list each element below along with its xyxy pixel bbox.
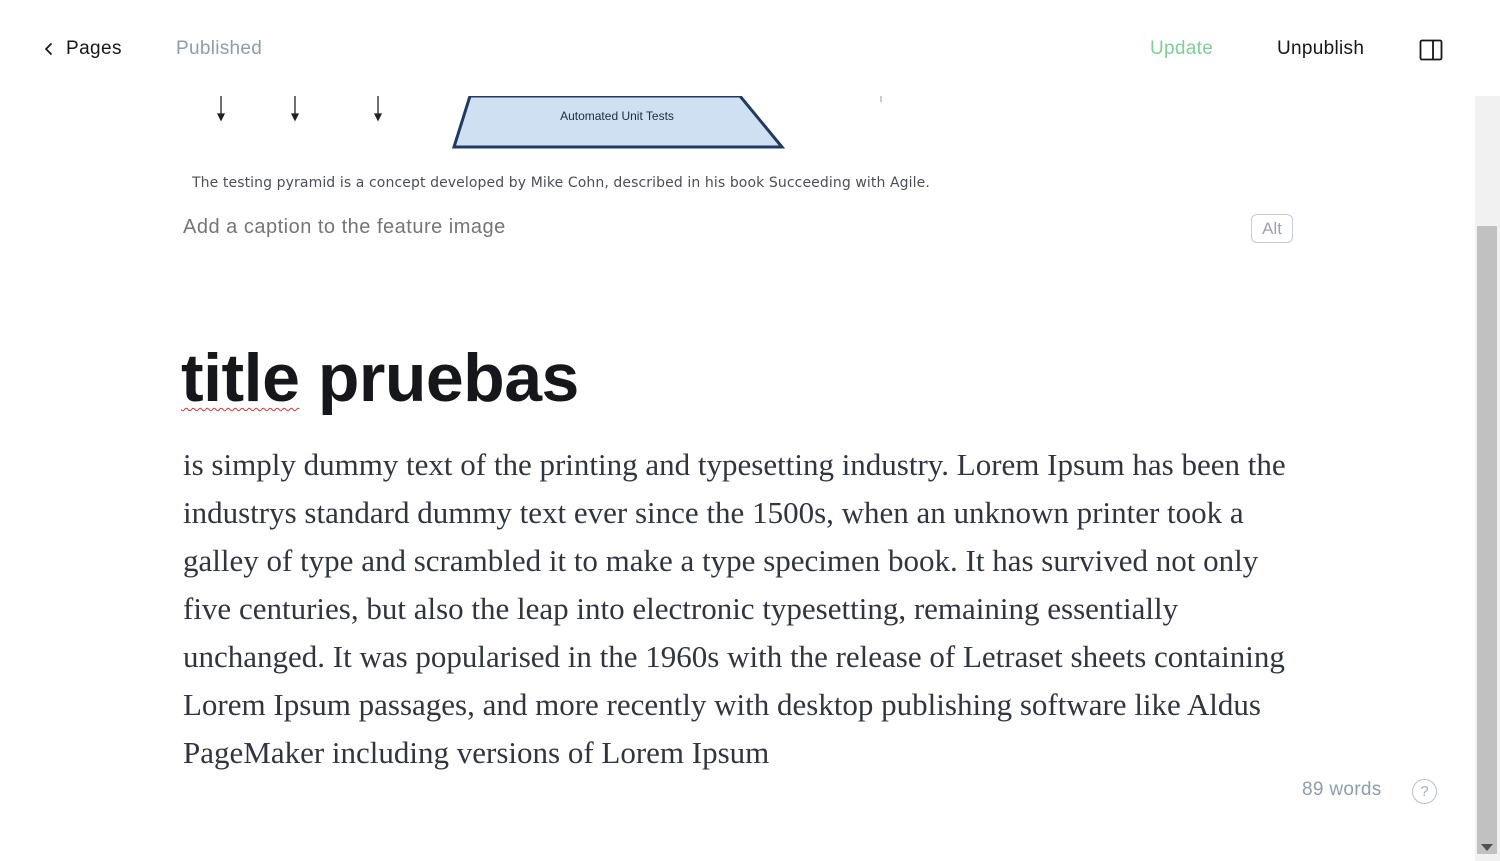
body-paragraph: is simply dummy text of the printing and…	[183, 447, 1286, 770]
scrollbar[interactable]	[1475, 96, 1500, 861]
post-body[interactable]: is simply dummy text of the printing and…	[183, 441, 1298, 777]
back-to-pages-link[interactable]: Pages	[40, 36, 122, 62]
title-word: title	[181, 340, 300, 416]
feature-image-caption-input[interactable]	[183, 216, 783, 239]
scrollbar-thumb[interactable]	[1477, 226, 1497, 854]
alt-text-button[interactable]: Alt	[1251, 214, 1293, 243]
help-circle-icon[interactable]: ?	[1412, 779, 1437, 804]
word-count: 89 words	[1302, 779, 1382, 800]
sidebar-toggle-icon[interactable]	[1419, 38, 1443, 62]
editor-topbar: Pages Published Update Unpublish	[0, 0, 1500, 96]
pyramid-label: Automated Unit Tests	[560, 109, 674, 123]
update-button[interactable]: Update	[1150, 38, 1213, 60]
chevron-left-icon	[40, 40, 58, 58]
post-title[interactable]: title pruebas	[181, 336, 579, 420]
post-status: Published	[176, 38, 263, 59]
title-word: pruebas	[317, 340, 580, 416]
back-link-label: Pages	[66, 38, 122, 59]
image-embedded-caption: The testing pyramid is a concept develop…	[192, 175, 930, 191]
scroll-down-arrow-icon[interactable]	[1481, 844, 1493, 851]
unpublish-button[interactable]: Unpublish	[1277, 38, 1364, 60]
